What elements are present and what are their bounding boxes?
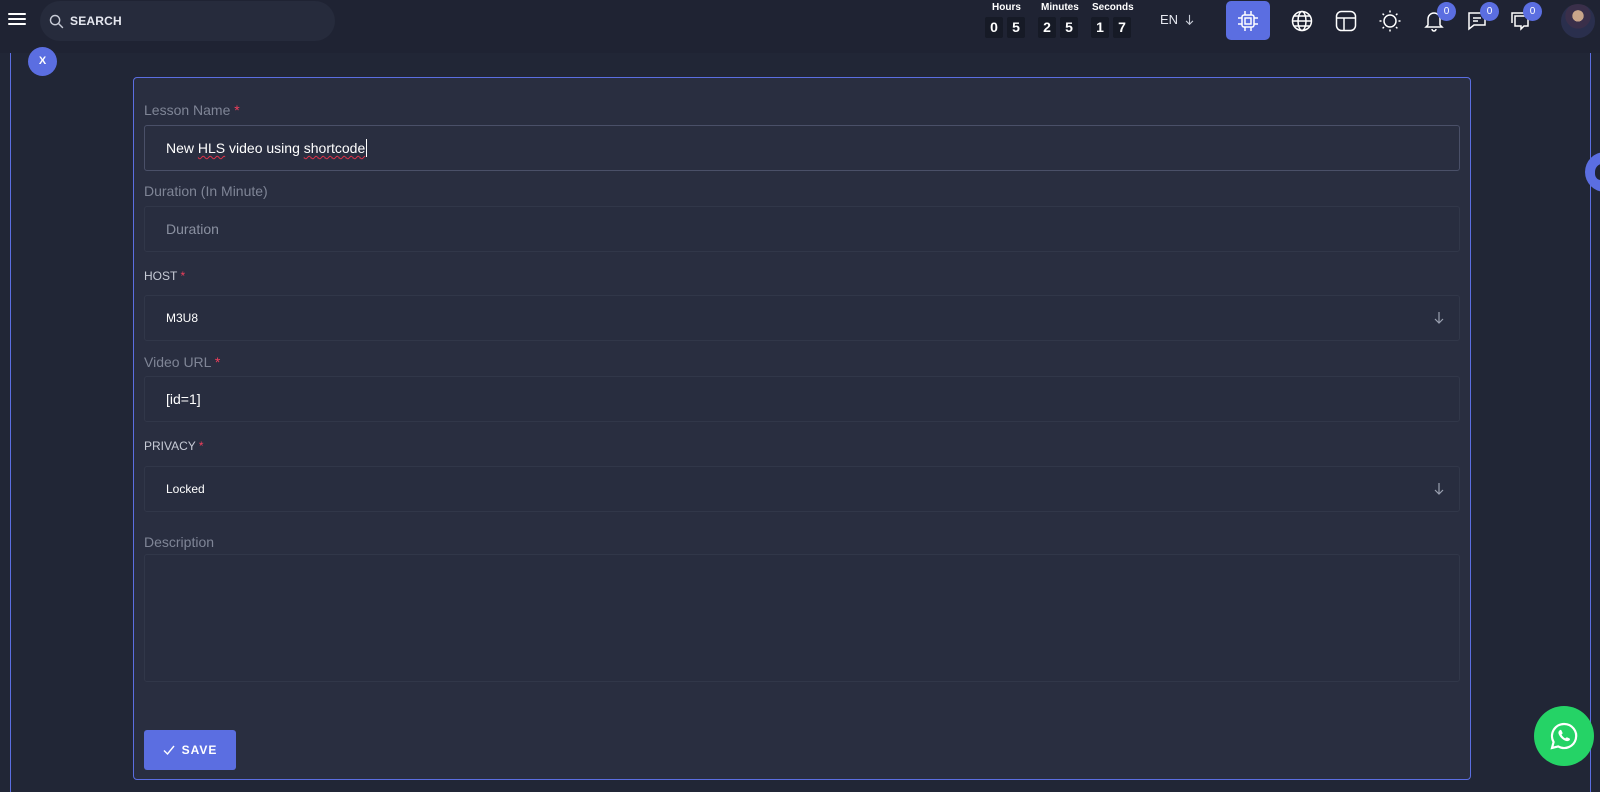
host-select[interactable]: M3U8 — [144, 295, 1460, 341]
globe-button[interactable] — [1290, 9, 1314, 33]
language-selector[interactable]: EN — [1160, 12, 1195, 27]
whatsapp-button[interactable] — [1534, 706, 1594, 766]
minutes-digit-1: 2 — [1038, 17, 1056, 38]
messages-button[interactable]: 0 — [1465, 2, 1499, 33]
layout-icon — [1335, 10, 1357, 32]
arrow-down-icon — [1434, 483, 1444, 495]
hours-digit-2: 5 — [1007, 17, 1025, 38]
cpu-button[interactable] — [1226, 1, 1270, 40]
privacy-label: PRIVACY * — [144, 439, 204, 453]
required-mark: * — [234, 102, 240, 118]
seconds-label: Seconds — [1092, 2, 1134, 13]
description-label: Description — [144, 534, 215, 550]
user-avatar[interactable] — [1561, 4, 1595, 38]
privacy-select[interactable]: Locked — [144, 466, 1460, 512]
hours-digit-1: 0 — [985, 17, 1003, 38]
lesson-name-value: New HLS video using shortcode — [166, 140, 366, 156]
minutes-digit-2: 5 — [1060, 17, 1078, 38]
arrow-down-icon — [1434, 312, 1444, 324]
arrow-down-icon — [1185, 14, 1194, 25]
duration-input[interactable]: Duration — [144, 206, 1460, 252]
text-caret — [366, 139, 368, 157]
globe-icon — [1291, 10, 1313, 32]
chat-button[interactable]: 0 — [1508, 2, 1542, 33]
minutes-label: Minutes — [1041, 2, 1079, 13]
top-bar: SEARCH Hours Minutes Seconds 0 5 2 5 1 7… — [0, 0, 1600, 53]
sun-icon — [1379, 10, 1401, 32]
notifications-button[interactable]: 0 — [1422, 2, 1456, 33]
close-button[interactable]: X — [28, 47, 57, 76]
cpu-icon — [1238, 10, 1258, 31]
layout-button[interactable] — [1334, 9, 1358, 33]
lesson-form-card: Lesson Name * New HLS video using shortc… — [133, 77, 1471, 780]
video-url-label: Video URL * — [144, 354, 221, 370]
description-textarea[interactable] — [144, 554, 1460, 682]
notifications-badge: 0 — [1437, 2, 1456, 21]
save-button[interactable]: SAVE — [144, 730, 236, 770]
search-label: SEARCH — [70, 14, 122, 28]
host-label: HOST * — [144, 269, 186, 283]
theme-toggle-button[interactable] — [1378, 9, 1402, 33]
seconds-digit-1: 1 — [1091, 17, 1109, 38]
duration-placeholder: Duration — [166, 221, 219, 237]
countdown-timer: Hours Minutes Seconds 0 5 2 5 1 7 — [979, 0, 1141, 42]
chat-badge: 0 — [1523, 2, 1542, 21]
search-box[interactable]: SEARCH — [40, 1, 335, 41]
hamburger-menu-icon[interactable] — [8, 10, 30, 30]
privacy-value: Locked — [166, 482, 205, 496]
save-label: SAVE — [181, 743, 218, 757]
search-icon — [49, 14, 64, 28]
lesson-name-input[interactable]: New HLS video using shortcode — [144, 125, 1460, 171]
whatsapp-icon — [1550, 722, 1578, 750]
language-label: EN — [1160, 12, 1179, 27]
duration-label: Duration (In Minute) — [144, 183, 268, 199]
hours-label: Hours — [992, 2, 1021, 13]
host-value: M3U8 — [166, 311, 199, 325]
lesson-name-label: Lesson Name * — [144, 102, 240, 118]
video-url-input[interactable]: [id=1] — [144, 376, 1460, 422]
messages-badge: 0 — [1480, 2, 1499, 21]
check-icon — [163, 745, 175, 756]
seconds-digit-2: 7 — [1113, 17, 1131, 38]
video-url-value: [id=1] — [166, 391, 201, 407]
